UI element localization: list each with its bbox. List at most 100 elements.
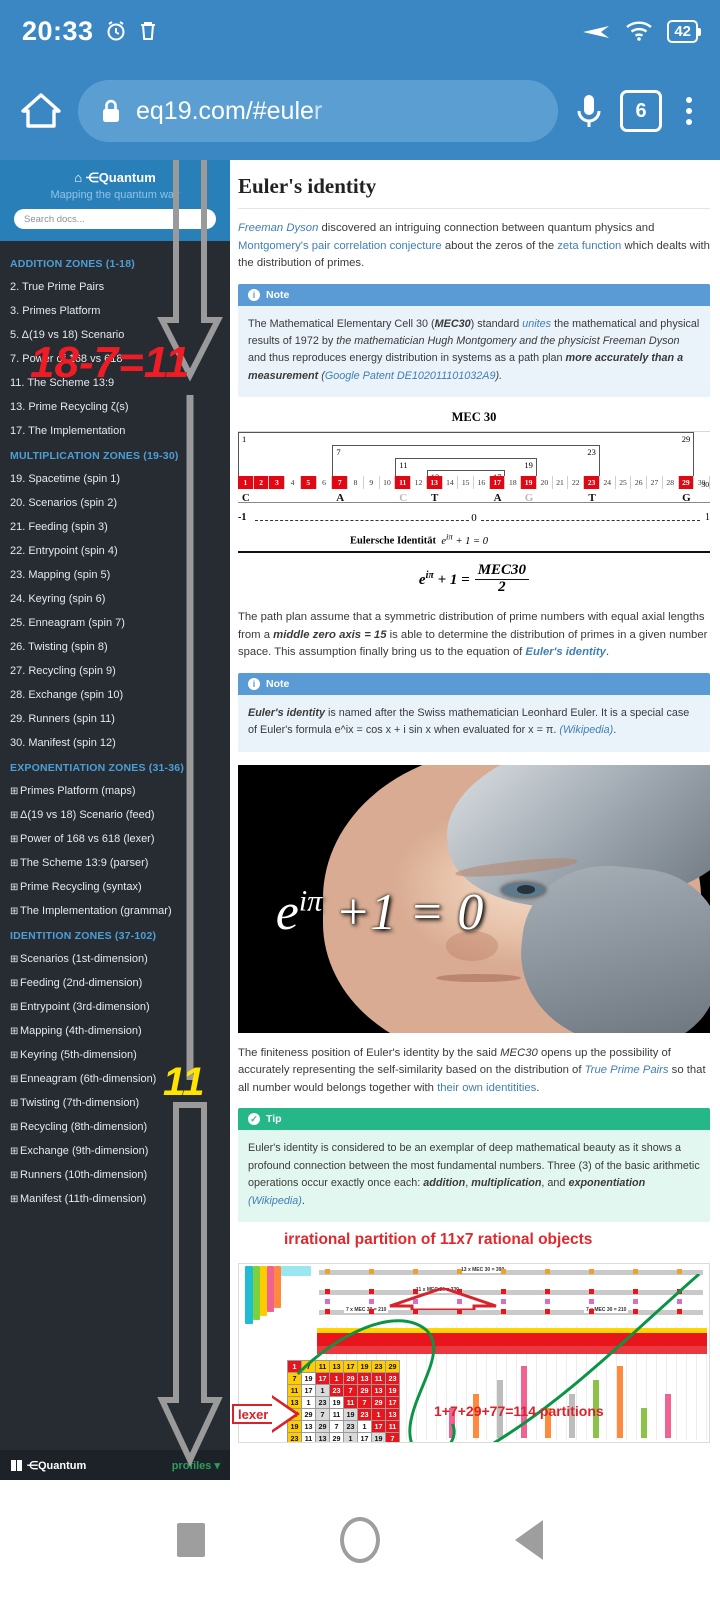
sidebar-item-6[interactable]: ⊞ Twisting (7th-dimension) (0, 1091, 230, 1115)
band-tick (369, 1269, 374, 1275)
square-recents-icon[interactable] (177, 1523, 206, 1557)
expand-plus-icon[interactable]: ⊞ (10, 1146, 20, 1157)
sidebar-item-5[interactable]: 24. Keyring (spin 6) (0, 587, 230, 611)
sidebar-item-2[interactable]: ⊞ Power of 168 vs 618 (lexer) (0, 827, 230, 851)
sidebar-item-1[interactable]: ⊞ Feeding (2nd-dimension) (0, 971, 230, 995)
sidebar-item-1[interactable]: 3. Primes Platform (0, 299, 230, 323)
table-row-head: 23 (287, 1432, 302, 1443)
expand-plus-icon[interactable]: ⊞ (10, 1050, 20, 1061)
microphone-icon[interactable] (572, 89, 606, 133)
sidebar-item-5[interactable]: ⊞ The Implementation (grammar) (0, 899, 230, 923)
sidebar-item-11[interactable]: 30. Manifest (spin 12) (0, 731, 230, 755)
true-prime-pairs-link[interactable]: True Prime Pairs (585, 1064, 669, 1076)
sidebar-item-label: 5. Δ(19 vs 18) Scenario (10, 329, 125, 341)
sidebar-item-2[interactable]: 21. Feeding (spin 3) (0, 515, 230, 539)
circle-home-icon[interactable] (339, 1517, 380, 1563)
search-placeholder: Search docs... (24, 213, 85, 225)
note-title-2: Note (266, 677, 290, 690)
wikipedia-link-1[interactable]: (Wikipedia) (559, 724, 613, 736)
expand-plus-icon[interactable]: ⊞ (10, 1170, 20, 1181)
table-cell: 19 (371, 1432, 386, 1443)
sidebar-item-7[interactable]: ⊞ Recycling (8th-dimension) (0, 1115, 230, 1139)
eulers-identity-link[interactable]: Euler's identity (525, 646, 606, 658)
expand-plus-icon[interactable]: ⊞ (10, 1002, 20, 1013)
expand-plus-icon[interactable]: ⊞ (10, 882, 20, 893)
band-tick (325, 1309, 330, 1315)
note-admonition-1: i Note The Mathematical Elementary Cell … (238, 283, 710, 398)
sidebar-item-10[interactable]: 29. Runners (spin 11) (0, 707, 230, 731)
expand-plus-icon[interactable]: ⊞ (10, 1194, 20, 1205)
address-bar[interactable]: eq19.com/#euler (78, 80, 558, 142)
table-cell: 29 (371, 1396, 386, 1410)
zeta-function-link[interactable]: zeta function (557, 240, 621, 252)
expand-plus-icon[interactable]: ⊞ (10, 1098, 20, 1109)
table-cell: 29 (315, 1420, 330, 1434)
sidebar-item-9[interactable]: ⊞ Runners (10th-dimension) (0, 1163, 230, 1187)
wikipedia-link-2[interactable]: (Wikipedia) (248, 1195, 302, 1207)
sidebar-item-4[interactable]: ⊞ Prime Recycling (syntax) (0, 875, 230, 899)
table-header-cell: 17 (343, 1360, 358, 1374)
sidebar-item-6[interactable]: 17. The Implementation (0, 419, 230, 443)
sidebar-group-label: EXPONENTIATION ZONES (31-36) (10, 762, 185, 774)
home-icon[interactable] (18, 89, 64, 133)
expand-plus-icon[interactable]: ⊞ (10, 1122, 20, 1133)
expand-plus-icon[interactable]: ⊞ (10, 786, 20, 797)
sidebar-item-3[interactable]: 7. Power of 168 vs 618 (0, 347, 230, 371)
expand-plus-icon[interactable]: ⊞ (10, 978, 20, 989)
triangle-back-icon[interactable] (514, 1520, 543, 1560)
sidebar-item-3[interactable]: 22. Entrypoint (spin 4) (0, 539, 230, 563)
axis-right-label: 1 (705, 512, 710, 524)
finiteness-paragraph: The finiteness position of Euler's ident… (238, 1046, 706, 1094)
sidebar-item-5[interactable]: 13. Prime Recycling ζ(s) (0, 395, 230, 419)
expand-plus-icon[interactable]: ⊞ (10, 1074, 20, 1085)
sidebar-item-0[interactable]: 19. Spacetime (spin 1) (0, 467, 230, 491)
sidebar-item-8[interactable]: ⊞ Exchange (9th-dimension) (0, 1139, 230, 1163)
sidebar-item-label: 13. Prime Recycling ζ(s) (10, 401, 129, 413)
sidebar-item-1[interactable]: ⊞ Δ(19 vs 18) Scenario (feed) (0, 803, 230, 827)
expand-plus-icon[interactable]: ⊞ (10, 810, 20, 821)
sidebar-item-8[interactable]: 27. Recycling (spin 9) (0, 659, 230, 683)
sidebar-item-0[interactable]: 2. True Prime Pairs (0, 275, 230, 299)
band-11 (319, 1290, 703, 1296)
sidebar-item-2[interactable]: 5. Δ(19 vs 18) Scenario (0, 323, 230, 347)
profiles-dropdown[interactable]: profiles ▾ (172, 1459, 220, 1472)
expand-plus-icon[interactable]: ⊞ (10, 906, 20, 917)
patent-link[interactable]: Google Patent DE102011101032A9 (325, 370, 496, 382)
expand-plus-icon[interactable]: ⊞ (10, 858, 20, 869)
bracket-right-label: 29 (681, 434, 691, 445)
expand-plus-icon[interactable]: ⊞ (10, 1026, 20, 1037)
sidebar-item-0[interactable]: ⊞ Primes Platform (maps) (0, 779, 230, 803)
sidebar-item-4[interactable]: 11. The Scheme 13:9 (0, 371, 230, 395)
sidebar-item-9[interactable]: 28. Exchange (spin 10) (0, 683, 230, 707)
band-tick (369, 1309, 374, 1315)
mec30-cell-15: 15 (458, 476, 475, 490)
sidebar-item-2[interactable]: ⊞ Entrypoint (3rd-dimension) (0, 995, 230, 1019)
identities-link[interactable]: their own identitities (437, 1082, 536, 1094)
sidebar-item-0[interactable]: ⊞ Scenarios (1st-dimension) (0, 947, 230, 971)
partitions-label: 1+7+29+77=114 partitions (434, 1403, 604, 1420)
montgomery-link[interactable]: Montgomery's pair correlation conjecture (238, 240, 442, 252)
tab-count-button[interactable]: 6 (620, 90, 662, 132)
sidebar-item-5[interactable]: ⊞ Enneagram (6th-dimension) (0, 1067, 230, 1091)
band-tick (589, 1309, 594, 1315)
sidebar-item-4[interactable]: ⊞ Keyring (5th-dimension) (0, 1043, 230, 1067)
sidebar-item-7[interactable]: 26. Twisting (spin 8) (0, 635, 230, 659)
freeman-dyson-link[interactable]: Freeman Dyson (238, 222, 318, 234)
sidebar-item-4[interactable]: 23. Mapping (spin 5) (0, 563, 230, 587)
sidebar-item-3[interactable]: ⊞ Mapping (4th-dimension) (0, 1019, 230, 1043)
sidebar-item-label: 20. Scenarios (spin 2) (10, 497, 117, 509)
sidebar-item-3[interactable]: ⊞ The Scheme 13:9 (parser) (0, 851, 230, 875)
expand-plus-icon[interactable]: ⊞ (10, 834, 20, 845)
sidebar-item-10[interactable]: ⊞ Manifest (11th-dimension) (0, 1187, 230, 1211)
unites-link[interactable]: unites (522, 318, 551, 330)
sidebar-item-6[interactable]: 25. Enneagram (spin 7) (0, 611, 230, 635)
sidebar-brand[interactable]: ⌂ ⋲Quantum (0, 170, 230, 186)
search-input[interactable]: Search docs... (14, 209, 216, 229)
kebab-menu-icon[interactable] (676, 93, 702, 129)
sidebar-item-1[interactable]: 20. Scenarios (spin 2) (0, 491, 230, 515)
table-cell: 23 (329, 1384, 344, 1398)
tip-admonition: ✓ Tip Euler's identity is considered to … (238, 1108, 710, 1223)
path-plan-paragraph: The path plan assume that a symmetric di… (238, 611, 708, 659)
sidebar-item-label: Feeding (2nd-dimension) (20, 977, 143, 989)
expand-plus-icon[interactable]: ⊞ (10, 954, 20, 965)
